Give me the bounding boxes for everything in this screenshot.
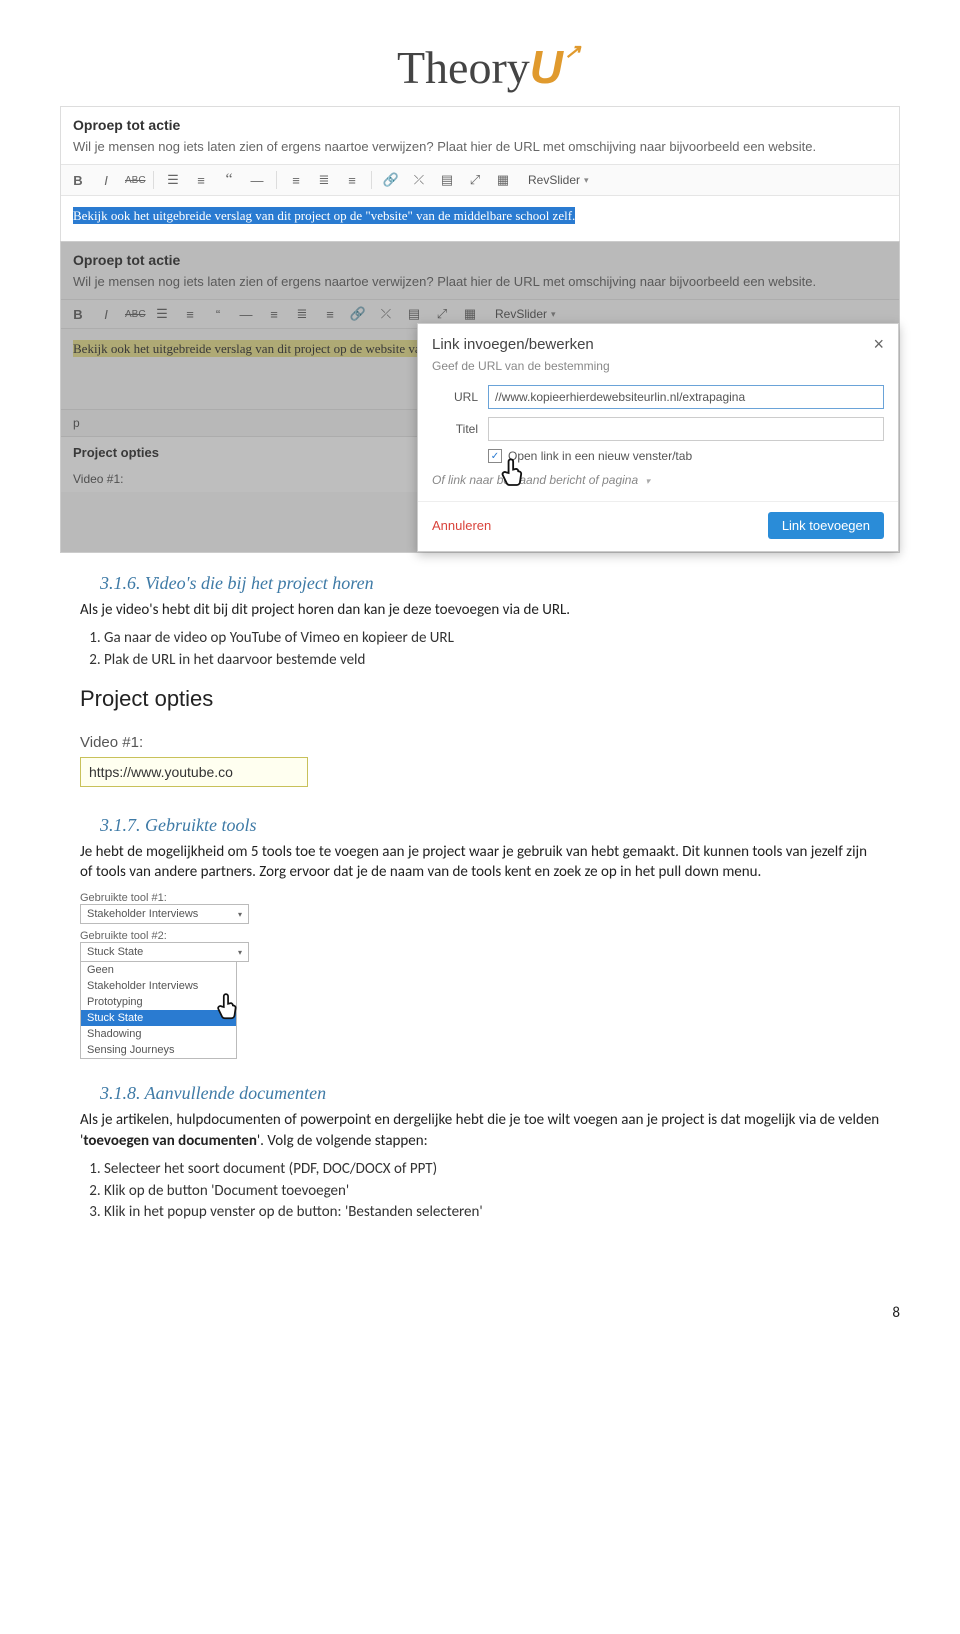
dialog-subtitle: Geef de URL van de bestemming bbox=[418, 359, 898, 381]
tool1-label: Gebruikte tool #1: bbox=[80, 892, 250, 904]
editor-toolbar: B I ABC ☰ ≡ “ — ≡ ≣ ≡ 🔗 ⤫ ▤ ⤢ ▦ RevSlide… bbox=[61, 164, 899, 196]
section-317-para: Je hebt de mogelijkheid om 5 tools toe t… bbox=[80, 842, 880, 883]
option[interactable]: Stakeholder Interviews bbox=[81, 978, 236, 994]
section-318-title: 3.1.8. Aanvullende documenten bbox=[100, 1083, 900, 1104]
toolbar-toggle-icon[interactable]: ▦ bbox=[494, 172, 512, 188]
option-selected[interactable]: Stuck State bbox=[81, 1010, 236, 1026]
number-list-icon[interactable]: ≡ bbox=[181, 307, 199, 322]
toolbar-toggle-icon[interactable]: ▦ bbox=[461, 306, 479, 322]
fullscreen-icon[interactable]: ⤢ bbox=[433, 306, 451, 322]
logo-text: Theory bbox=[397, 42, 530, 93]
bullet-list-icon[interactable]: ☰ bbox=[164, 172, 182, 188]
bold-icon[interactable]: B bbox=[69, 307, 87, 322]
cta-helper: Wil je mensen nog iets laten zien of erg… bbox=[61, 139, 899, 164]
step: Selecteer het soort document (PDF, DOC/D… bbox=[104, 1159, 880, 1181]
document-page: TheoryU Oproep tot actie Wil je mensen n… bbox=[0, 0, 960, 1276]
align-center-icon[interactable]: ≣ bbox=[315, 172, 333, 188]
editor-screenshot-1: Oproep tot actie Wil je mensen nog iets … bbox=[60, 106, 900, 243]
video-url-input[interactable]: https://www.youtube.co bbox=[80, 757, 308, 787]
unlink-icon[interactable]: ⤫ bbox=[377, 306, 395, 322]
strike-icon[interactable]: ABC bbox=[125, 175, 143, 186]
link-icon[interactable]: 🔗 bbox=[349, 306, 367, 322]
bullet-list-icon[interactable]: ☰ bbox=[153, 306, 171, 322]
revslider-dropdown[interactable]: RevSlider bbox=[495, 307, 556, 321]
italic-icon[interactable]: I bbox=[97, 173, 115, 188]
option[interactable]: Sensing Journeys bbox=[81, 1042, 236, 1058]
existing-link-toggle[interactable]: Of link naar bestaand bericht of pagina bbox=[418, 467, 898, 495]
theoryu-logo: TheoryU bbox=[397, 40, 563, 94]
hr-icon[interactable]: — bbox=[237, 307, 255, 322]
header-logo-wrap: TheoryU bbox=[60, 40, 900, 94]
bold-icon[interactable]: B bbox=[69, 173, 87, 188]
cta-helper-2: Wil je mensen nog iets laten zien of erg… bbox=[61, 274, 899, 299]
link-dialog: Link invoegen/bewerken × Geef de URL van… bbox=[417, 323, 899, 552]
section-318-steps: Selecteer het soort document (PDF, DOC/D… bbox=[104, 1159, 880, 1224]
hr-icon[interactable]: — bbox=[248, 173, 266, 188]
hand-pointer-icon bbox=[214, 992, 240, 1022]
section-318-para: Als je artikelen, hulpdocumenten of powe… bbox=[80, 1110, 880, 1151]
strike-icon[interactable]: ABC bbox=[125, 309, 143, 320]
url-input[interactable] bbox=[488, 385, 884, 409]
more-icon[interactable]: ▤ bbox=[438, 172, 456, 188]
align-right-icon[interactable]: ≡ bbox=[321, 307, 339, 322]
logo-u: U bbox=[530, 41, 563, 93]
editor-body-1[interactable]: Bekijk ook het uitgebreide verslag van d… bbox=[61, 196, 899, 242]
title-label: Titel bbox=[432, 422, 478, 436]
italic-icon[interactable]: I bbox=[97, 307, 115, 322]
quote-icon[interactable]: “ bbox=[209, 307, 227, 322]
fullscreen-icon[interactable]: ⤢ bbox=[466, 172, 484, 188]
step: Klik op de button 'Document toevoegen' bbox=[104, 1181, 880, 1203]
url-label: URL bbox=[432, 390, 478, 404]
section-316-intro: Als je video's hebt dit bij dit project … bbox=[80, 600, 880, 620]
option[interactable]: Prototyping bbox=[81, 994, 236, 1010]
number-list-icon[interactable]: ≡ bbox=[192, 173, 210, 188]
cta-heading-2: Oproep tot actie bbox=[61, 242, 899, 274]
step: Ga naar de video op YouTube of Vimeo en … bbox=[104, 628, 880, 650]
dialog-title: Link invoegen/bewerken bbox=[432, 336, 594, 353]
option[interactable]: Shadowing bbox=[81, 1026, 236, 1042]
link-icon[interactable]: 🔗 bbox=[382, 172, 400, 188]
close-icon[interactable]: × bbox=[873, 334, 884, 355]
section-316-steps: Ga naar de video op YouTube of Vimeo en … bbox=[104, 628, 880, 672]
video1-field-label: Video #1: bbox=[80, 734, 900, 751]
align-left-icon[interactable]: ≡ bbox=[265, 307, 283, 322]
hand-pointer-icon bbox=[498, 457, 526, 489]
align-left-icon[interactable]: ≡ bbox=[287, 173, 305, 188]
tool1-select[interactable]: Stakeholder Interviews bbox=[80, 904, 249, 924]
section-316-title: 3.1.6. Video's die bij het project horen bbox=[100, 573, 900, 594]
more-icon[interactable]: ▤ bbox=[405, 306, 423, 322]
tool2-select[interactable]: Stuck State bbox=[80, 942, 249, 962]
page-number: 8 bbox=[0, 1304, 900, 1322]
unlink-icon[interactable]: ⤫ bbox=[410, 172, 428, 188]
section-317-title: 3.1.7. Gebruikte tools bbox=[100, 815, 900, 836]
align-right-icon[interactable]: ≡ bbox=[343, 173, 361, 188]
project-opties-label: Project opties bbox=[80, 686, 900, 712]
align-center-icon[interactable]: ≣ bbox=[293, 306, 311, 322]
highlighted-text-1: Bekijk ook het uitgebreide verslag van d… bbox=[73, 207, 575, 224]
quote-icon[interactable]: “ bbox=[220, 171, 238, 189]
revslider-dropdown[interactable]: RevSlider bbox=[528, 173, 589, 187]
tool2-label: Gebruikte tool #2: bbox=[80, 930, 250, 942]
step: Plak de URL in het daarvoor bestemde vel… bbox=[104, 650, 880, 672]
cta-heading: Oproep tot actie bbox=[61, 107, 899, 139]
tools-screenshot: Gebruikte tool #1: Stakeholder Interview… bbox=[80, 892, 250, 1059]
checkbox-label: Open link in een nieuw venster/tab bbox=[508, 449, 692, 463]
editor-screenshot-2: Oproep tot actie Wil je mensen nog iets … bbox=[60, 241, 900, 553]
option[interactable]: Geen bbox=[81, 962, 236, 978]
title-input[interactable] bbox=[488, 417, 884, 441]
tool2-options-list: Geen Stakeholder Interviews Prototyping … bbox=[80, 962, 237, 1059]
submit-button[interactable]: Link toevoegen bbox=[768, 512, 884, 539]
cancel-button[interactable]: Annuleren bbox=[432, 518, 491, 533]
step: Klik in het popup venster op de button: … bbox=[104, 1202, 880, 1224]
